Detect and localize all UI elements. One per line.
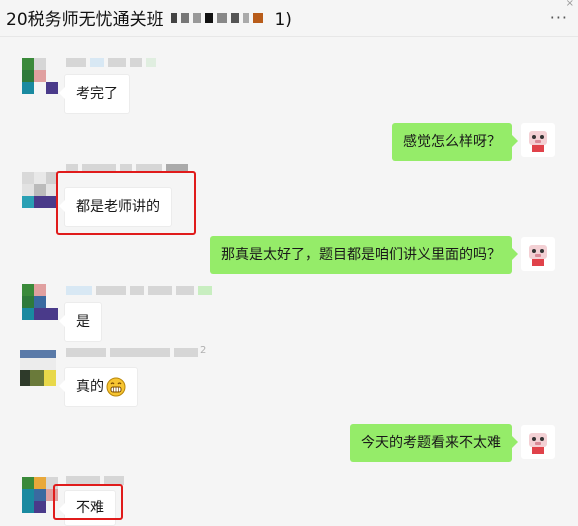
message-bubble[interactable]: 真的 <box>59 367 138 407</box>
message-bubble[interactable]: 今天的考题看来不太难 <box>350 424 518 462</box>
message-text: 真的 <box>76 379 104 395</box>
message-bubble[interactable]: 那真是太好了，题目都是咱们讲义里面的吗？ <box>210 236 518 274</box>
avatar[interactable] <box>22 172 58 208</box>
message-text: 是 <box>76 314 90 330</box>
sender-name <box>66 58 156 67</box>
sender-name-fragment: 2 <box>200 345 207 356</box>
chat-title: 20税务师无忧通关班 1) <box>6 5 292 31</box>
avatar[interactable] <box>22 58 58 94</box>
close-icon[interactable]: × <box>566 0 574 9</box>
message-text: 那真是太好了，题目都是咱们讲义里面的吗？ <box>221 247 501 263</box>
highlight-box <box>53 484 123 520</box>
grinning-face-emoji <box>106 377 126 397</box>
chat-title-suffix: 1) <box>274 10 292 30</box>
sender-name <box>66 348 198 357</box>
pig-avatar-icon <box>529 245 547 266</box>
avatar[interactable] <box>20 350 56 386</box>
my-avatar[interactable] <box>521 237 555 271</box>
avatar[interactable] <box>22 284 58 320</box>
chat-header: 20税务师无忧通关班 1) ··· × <box>0 0 578 37</box>
more-icon[interactable]: ··· <box>550 8 568 27</box>
message-text: 考完了 <box>76 86 118 102</box>
message-text: 今天的考题看来不太难 <box>361 435 501 451</box>
pig-avatar-icon <box>529 433 547 454</box>
sender-name <box>66 286 212 295</box>
title-redacted <box>169 10 269 31</box>
highlight-box <box>56 171 196 235</box>
message-bubble[interactable]: 是 <box>59 302 102 342</box>
my-avatar[interactable] <box>521 123 555 157</box>
message-text: 感觉怎么样呀？ <box>403 134 501 150</box>
pig-avatar-icon <box>529 131 547 152</box>
message-bubble[interactable]: 考完了 <box>59 74 130 114</box>
chat-title-text: 20税务师无忧通关班 <box>6 10 164 30</box>
my-avatar[interactable] <box>521 425 555 459</box>
message-bubble[interactable]: 感觉怎么样呀？ <box>392 123 518 161</box>
